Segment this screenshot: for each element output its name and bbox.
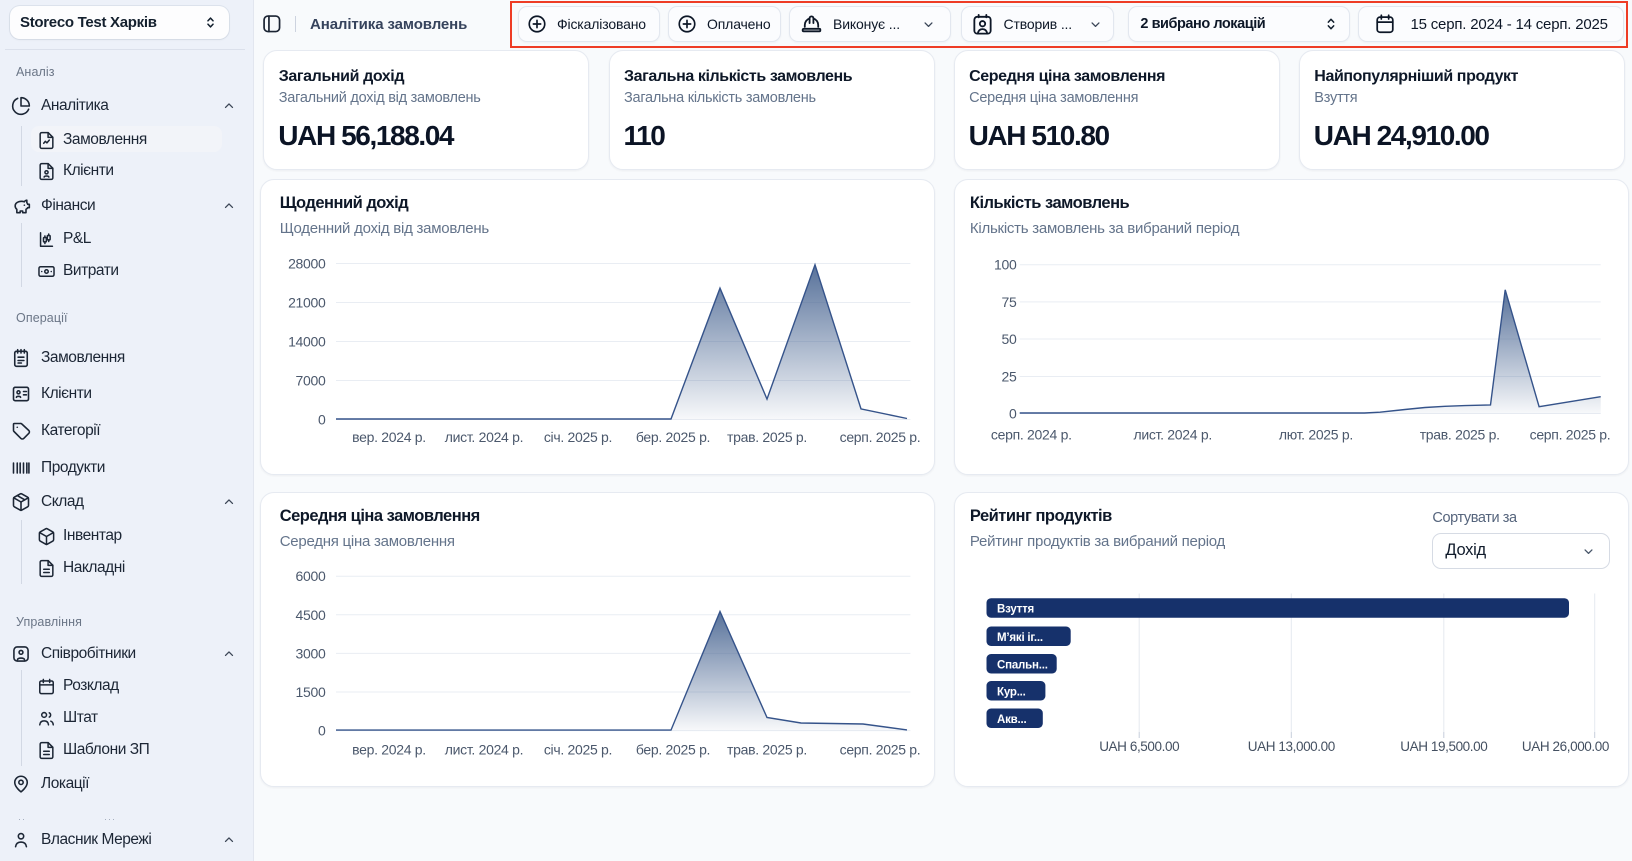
svg-text:4500: 4500 — [296, 606, 326, 622]
svg-text:лист. 2024 р.: лист. 2024 р. — [1134, 426, 1212, 442]
svg-text:лют. 2025 р.: лют. 2025 р. — [1279, 426, 1353, 442]
svg-text:бер. 2025 р.: бер. 2025 р. — [636, 741, 710, 757]
svg-text:UAH 13,000.00: UAH 13,000.00 — [1248, 739, 1335, 754]
svg-text:6000: 6000 — [296, 568, 326, 584]
svg-text:вер. 2024 р.: вер. 2024 р. — [352, 429, 426, 445]
svg-text:серп. 2025 р.: серп. 2025 р. — [1530, 426, 1611, 442]
svg-text:21000: 21000 — [288, 294, 326, 310]
svg-text:М’які іг...: М’які іг... — [997, 631, 1043, 643]
svg-text:бер. 2025 р.: бер. 2025 р. — [636, 429, 710, 445]
svg-text:лист. 2024 р.: лист. 2024 р. — [445, 741, 523, 757]
svg-text:січ. 2025 р.: січ. 2025 р. — [544, 741, 612, 757]
svg-text:50: 50 — [1002, 331, 1017, 347]
svg-text:серп. 2025 р.: серп. 2025 р. — [840, 741, 921, 757]
svg-text:1500: 1500 — [296, 684, 326, 700]
svg-text:серп. 2024 р.: серп. 2024 р. — [991, 426, 1072, 442]
svg-text:7000: 7000 — [296, 372, 326, 388]
svg-text:Взуття: Взуття — [997, 603, 1034, 615]
svg-text:UAH 19,500.00: UAH 19,500.00 — [1401, 739, 1488, 754]
svg-text:28000: 28000 — [288, 255, 326, 271]
svg-text:3000: 3000 — [296, 645, 326, 661]
svg-text:100: 100 — [994, 256, 1017, 272]
svg-text:Кур...: Кур... — [997, 686, 1026, 698]
svg-text:UAH 6,500.00: UAH 6,500.00 — [1100, 739, 1180, 754]
svg-text:Спальн...: Спальн... — [997, 659, 1048, 671]
svg-text:75: 75 — [1002, 293, 1017, 309]
svg-text:14000: 14000 — [288, 333, 326, 349]
svg-text:трав. 2025 р.: трав. 2025 р. — [1420, 426, 1500, 442]
svg-text:0: 0 — [318, 722, 326, 738]
svg-text:лист. 2024 р.: лист. 2024 р. — [445, 429, 523, 445]
svg-text:0: 0 — [1009, 405, 1017, 421]
svg-text:Акв...: Акв... — [997, 713, 1027, 725]
svg-text:січ. 2025 р.: січ. 2025 р. — [544, 429, 612, 445]
svg-text:трав. 2025 р.: трав. 2025 р. — [727, 741, 807, 757]
svg-text:UAH 26,000.00: UAH 26,000.00 — [1522, 739, 1609, 754]
svg-text:трав. 2025 р.: трав. 2025 р. — [727, 429, 807, 445]
svg-text:0: 0 — [318, 411, 326, 427]
svg-text:серп. 2025 р.: серп. 2025 р. — [840, 429, 921, 445]
svg-text:25: 25 — [1002, 368, 1017, 384]
svg-text:вер. 2024 р.: вер. 2024 р. — [352, 741, 426, 757]
